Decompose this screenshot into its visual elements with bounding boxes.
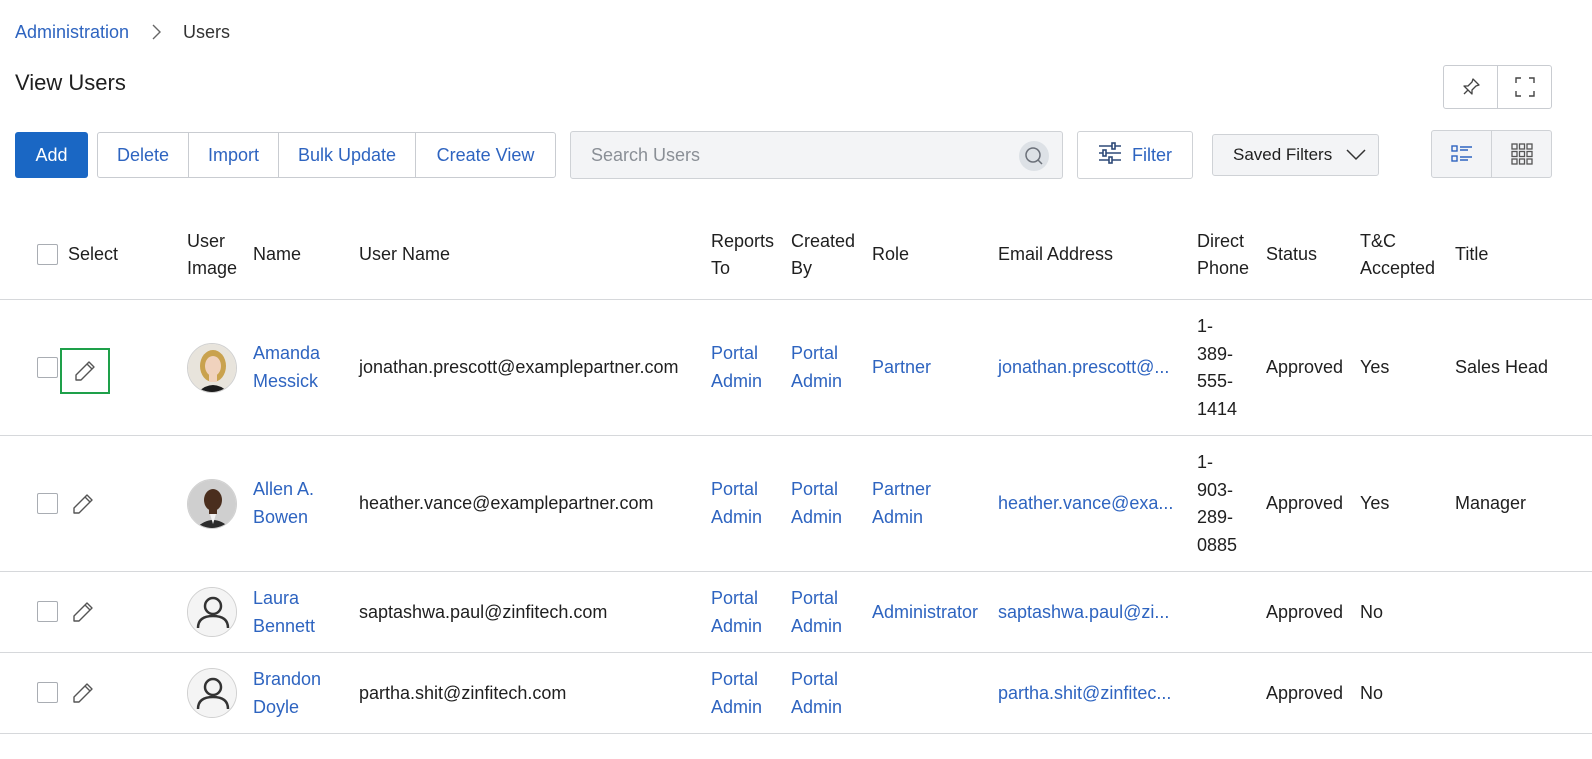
role-link[interactable]: Administrator	[872, 599, 978, 627]
direct-phone: 1- 389- 555- 1414	[1197, 316, 1238, 419]
table-row: Amanda Messick jonathan.prescott@examplep…	[0, 300, 1592, 436]
grid-view-icon[interactable]	[1491, 131, 1551, 177]
status: Approved	[1266, 602, 1344, 622]
import-button[interactable]: Import	[188, 133, 278, 177]
default-user-icon	[187, 587, 237, 637]
role-link[interactable]: Partner	[872, 354, 931, 382]
tc-accepted: No	[1360, 602, 1384, 622]
pencil-icon[interactable]	[68, 597, 98, 627]
role-link[interactable]: Partner Admin	[872, 476, 931, 531]
user-name-link[interactable]: Laura Bennett	[253, 585, 315, 640]
reports-to-link[interactable]: Portal Admin	[711, 585, 762, 640]
users-table: Select User Image Name User Name Reports T…	[0, 218, 1592, 734]
bulk-update-button[interactable]: Bulk Update	[278, 133, 415, 177]
search-box	[570, 131, 1063, 179]
row-checkbox[interactable]	[37, 357, 58, 378]
row-checkbox[interactable]	[37, 601, 58, 622]
table-row: Laura Bennett saptashwa.paul@zinfitech.co…	[0, 572, 1592, 653]
saved-filters-label: Saved Filters	[1233, 145, 1333, 164]
row-checkbox[interactable]	[37, 493, 58, 514]
view-toggle	[1431, 130, 1552, 178]
default-user-icon	[187, 668, 237, 718]
header-reports-to[interactable]: Reports To	[711, 228, 774, 282]
user-username: jonathan.prescott@examplepartner.com	[359, 357, 679, 377]
header-user-name[interactable]: User Name	[359, 241, 450, 268]
email-link[interactable]: partha.shit@zinfitec...	[998, 680, 1171, 708]
delete-button[interactable]: Delete	[98, 133, 188, 177]
tc-accepted: Yes	[1360, 493, 1390, 513]
breadcrumb-administration-link[interactable]: Administration	[15, 22, 129, 43]
email-link[interactable]: jonathan.prescott@...	[998, 354, 1169, 382]
header-user-image: User Image	[187, 231, 238, 278]
table-header: Select User Image Name User Name Reports T…	[0, 218, 1592, 300]
user-username: saptashwa.paul@zinfitech.com	[359, 602, 608, 622]
breadcrumb-current: Users	[183, 21, 231, 42]
header-role[interactable]: Role	[872, 241, 909, 268]
select-all-checkbox[interactable]	[37, 244, 58, 265]
filter-button[interactable]: Filter	[1077, 131, 1193, 179]
user-username: partha.shit@zinfitech.com	[359, 683, 567, 703]
header-created-by[interactable]: Created By	[791, 228, 855, 282]
status: Approved	[1266, 683, 1344, 703]
user-username: heather.vance@examplepartner.com	[359, 493, 654, 513]
header-direct-phone[interactable]: Direct Phone	[1197, 228, 1249, 282]
status: Approved	[1266, 493, 1344, 513]
email-link[interactable]: heather.vance@exa...	[998, 490, 1173, 518]
header-tc-accepted[interactable]: T&C Accepted	[1360, 228, 1435, 282]
reports-to-link[interactable]: Portal Admin	[711, 666, 762, 721]
header-title[interactable]: Title	[1455, 241, 1488, 268]
reports-to-link[interactable]: Portal Admin	[711, 476, 762, 531]
pencil-icon[interactable]	[68, 489, 98, 519]
create-view-button[interactable]: Create View	[415, 133, 555, 177]
status: Approved	[1266, 357, 1344, 377]
row-checkbox[interactable]	[37, 682, 58, 703]
header-name[interactable]: Name	[253, 241, 301, 268]
user-name-link[interactable]: Amanda Messick	[253, 340, 320, 395]
breadcrumb: Administration Users	[15, 20, 230, 44]
created-by-link[interactable]: Portal Admin	[791, 476, 842, 531]
chevron-down-icon	[1346, 147, 1366, 167]
page-title: View Users	[15, 70, 126, 95]
search-input[interactable]	[591, 144, 1011, 166]
filter-label: Filter	[1132, 144, 1172, 165]
pencil-icon[interactable]	[68, 678, 98, 708]
user-name-link[interactable]: Brandon Doyle	[253, 666, 321, 721]
header-select: Select	[68, 244, 119, 264]
user-name-link[interactable]: Allen A. Bowen	[253, 476, 314, 531]
created-by-link[interactable]: Portal Admin	[791, 666, 842, 721]
tc-accepted: No	[1360, 683, 1384, 703]
table-row: Brandon Doyle partha.shit@zinfitech.com P…	[0, 653, 1592, 734]
page-tools	[1443, 65, 1552, 109]
user-title: Sales Head	[1455, 357, 1549, 377]
table-row: Allen A. Bowen heather.vance@examplepartn…	[0, 436, 1592, 572]
created-by-link[interactable]: Portal Admin	[791, 585, 842, 640]
fullscreen-icon[interactable]	[1497, 66, 1551, 108]
saved-filters-dropdown[interactable]: Saved Filters	[1212, 134, 1379, 176]
list-view-icon[interactable]	[1432, 131, 1491, 177]
direct-phone: 1- 903- 289- 0885	[1197, 452, 1238, 555]
avatar	[187, 479, 237, 529]
header-status[interactable]: Status	[1266, 241, 1317, 268]
search-icon[interactable]	[1019, 141, 1049, 171]
avatar	[187, 343, 237, 393]
add-button[interactable]: Add	[15, 132, 88, 178]
action-button-group: Delete Import Bulk Update Create View	[97, 132, 556, 178]
sliders-icon	[1098, 141, 1122, 169]
created-by-link[interactable]: Portal Admin	[791, 340, 842, 395]
email-link[interactable]: saptashwa.paul@zi...	[998, 599, 1169, 627]
pencil-icon[interactable]	[60, 348, 110, 394]
reports-to-link[interactable]: Portal Admin	[711, 340, 762, 395]
tc-accepted: Yes	[1360, 357, 1390, 377]
header-email[interactable]: Email Address	[998, 241, 1113, 268]
chevron-right-icon	[149, 24, 163, 40]
user-title: Manager	[1455, 493, 1527, 513]
pin-icon[interactable]	[1444, 66, 1497, 108]
